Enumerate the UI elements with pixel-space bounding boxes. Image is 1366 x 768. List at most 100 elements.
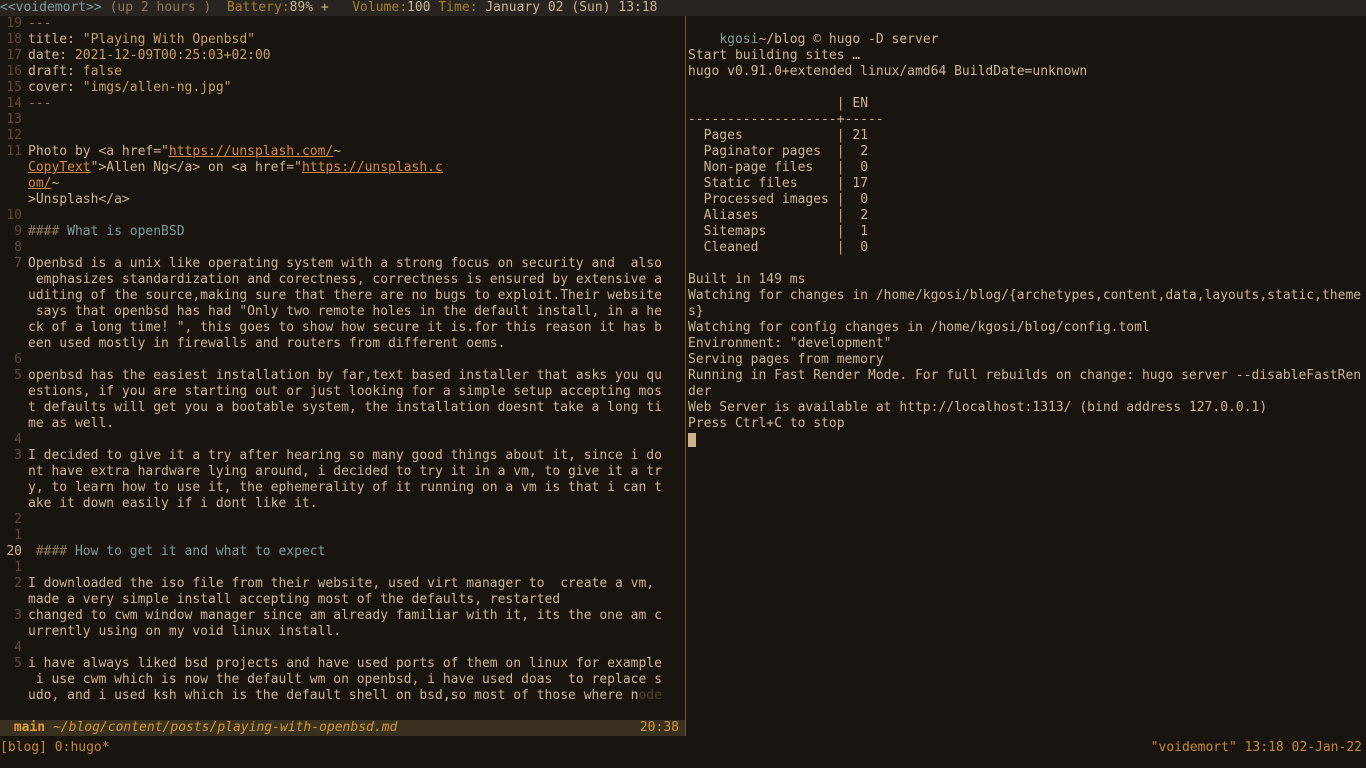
editor-line[interactable]: 1 [0, 528, 685, 544]
line-number: 19 [0, 16, 28, 32]
code-text [28, 544, 36, 559]
editor-line[interactable]: 4 [0, 432, 685, 448]
code-text: openbsd has the easiest installation by … [28, 368, 662, 383]
line-number: 15 [0, 80, 28, 96]
editor-line[interactable]: 6 [0, 352, 685, 368]
tmux-status-bar[interactable]: [blog] 0:hugo* "voidemort" 13:18 02-Jan-… [0, 740, 1366, 756]
editor-line[interactable]: 7Openbsd is a unix like operating system… [0, 256, 685, 272]
editor-line[interactable]: t defaults will get you a bootable syste… [0, 400, 685, 416]
editor-line[interactable]: i use cwm which is now the default wm on… [0, 672, 685, 688]
editor-line[interactable]: om/~ [0, 176, 685, 192]
code-text: false [83, 64, 122, 79]
editor-line[interactable]: 17date: 2021-12-09T00:25:03+02:00 [0, 48, 685, 64]
editor-line[interactable]: ck of a long time! ", this goes to show … [0, 320, 685, 336]
editor-line[interactable]: 14--- [0, 96, 685, 112]
editor-line[interactable]: y, to learn how to use it, the ephemeral… [0, 480, 685, 496]
editor-line[interactable]: een used mostly in firewalls and routers… [0, 336, 685, 352]
code-text: ">Allen Ng</a> on <a href=" [91, 160, 302, 175]
editor-line[interactable]: 4 [0, 640, 685, 656]
line-number: 16 [0, 64, 28, 80]
line-number: 12 [0, 128, 28, 144]
editor-line[interactable]: 2 [0, 512, 685, 528]
command-text: hugo -D server [829, 32, 939, 47]
editor-line[interactable]: udo, and i used ksh which is the default… [0, 688, 685, 704]
code-text: CopyText [28, 160, 91, 175]
prompt-user: kgosi [719, 32, 758, 47]
editor-line[interactable]: 20 #### How to get it and what to expect [0, 544, 685, 560]
editor-line[interactable]: me as well. [0, 416, 685, 432]
code-text: I decided to give it a try after hearing… [28, 448, 662, 463]
code-text: changed to cwm window manager since am a… [28, 608, 662, 623]
editor-buffer[interactable]: 19---18title: "Playing With Openbsd"17da… [0, 16, 685, 704]
line-number: 1 [0, 560, 28, 576]
editor-line[interactable]: >Unsplash</a> [0, 192, 685, 208]
code-text: Openbsd is a unix like operating system … [28, 256, 662, 271]
editor-pane[interactable]: 19---18title: "Playing With Openbsd"17da… [0, 16, 686, 736]
code-text: een used mostly in firewalls and routers… [28, 336, 505, 351]
code-text: #### [36, 544, 75, 559]
code-text: made a very simple install accepting mos… [28, 592, 560, 607]
editor-line[interactable]: 10 [0, 208, 685, 224]
editor-line[interactable]: made a very simple install accepting mos… [0, 592, 685, 608]
line-number: 2 [0, 576, 28, 592]
editor-line[interactable]: 2I downloaded the iso file from their we… [0, 576, 685, 592]
line-number: 5 [0, 656, 28, 672]
code-text: me as well. [28, 416, 114, 431]
editor-line[interactable]: nt have extra hardware lying around, i d… [0, 464, 685, 480]
line-number: 13 [0, 112, 28, 128]
code-text: --- [28, 96, 51, 111]
line-number: 2 [0, 512, 28, 528]
editor-line[interactable]: 3I decided to give it a try after hearin… [0, 448, 685, 464]
line-number: 1 [0, 528, 28, 544]
line-number: 7 [0, 256, 28, 272]
line-number: 14 [0, 96, 28, 112]
tmux-session-window[interactable]: [blog] 0:hugo* [0, 740, 110, 756]
code-text: cover: [28, 80, 83, 95]
battery-label: Battery: [227, 0, 290, 16]
code-text: i use cwm which is now the default wm on… [28, 672, 662, 687]
editor-line[interactable]: 15cover: "imgs/allen-ng.jpg" [0, 80, 685, 96]
editor-line[interactable]: urrently using on my void linux install. [0, 624, 685, 640]
editor-line[interactable]: 13 [0, 112, 685, 128]
editor-line[interactable]: 16draft: false [0, 64, 685, 80]
hostname: <<voidemort>> [0, 0, 102, 16]
code-text: What is openBSD [67, 224, 184, 239]
prompt-cwd: ~/blog [758, 32, 805, 47]
editor-line[interactable]: says that openbsd has had "Only two remo… [0, 304, 685, 320]
terminal-pane[interactable]: kgosi~/blog © hugo -D server Start build… [686, 16, 1366, 736]
editor-line[interactable]: emphasizes standardization and corectnes… [0, 272, 685, 288]
editor-line[interactable]: 8 [0, 240, 685, 256]
code-text: https://unsplash.com/ [169, 144, 333, 159]
editor-line[interactable]: CopyText">Allen Ng</a> on <a href="https… [0, 160, 685, 176]
code-text: estions, if you are starting out or just… [28, 384, 662, 399]
code-text: ode [638, 688, 661, 703]
code-text: >Unsplash</a> [28, 192, 130, 207]
code-text: emphasizes standardization and corectnes… [28, 272, 662, 287]
editor-line[interactable]: 12 [0, 128, 685, 144]
code-text: https://unsplash.c [302, 160, 443, 175]
line-number: 8 [0, 240, 28, 256]
editor-line[interactable]: 18title: "Playing With Openbsd" [0, 32, 685, 48]
editor-line[interactable]: 5openbsd has the easiest installation by… [0, 368, 685, 384]
code-text: ~ [333, 144, 341, 159]
prompt-glyph: © [805, 32, 828, 47]
editor-line[interactable]: estions, if you are starting out or just… [0, 384, 685, 400]
code-text: om/ [28, 176, 51, 191]
editor-line[interactable]: 11Photo by <a href="https://unsplash.com… [0, 144, 685, 160]
line-number: 17 [0, 48, 28, 64]
editor-line[interactable]: 5i have always liked bsd projects and ha… [0, 656, 685, 672]
line-number: 6 [0, 352, 28, 368]
status-cursor-pos: 20:38 [640, 720, 685, 736]
editor-line[interactable]: 19--- [0, 16, 685, 32]
line-number: 4 [0, 640, 28, 656]
code-text: Photo by <a href=" [28, 144, 169, 159]
line-number: 11 [0, 144, 28, 160]
main-split: 19---18title: "Playing With Openbsd"17da… [0, 16, 1366, 736]
editor-line[interactable]: ake it down easily if i dont like it. [0, 496, 685, 512]
code-text: ake it down easily if i dont like it. [28, 496, 318, 511]
code-text: ck of a long time! ", this goes to show … [28, 320, 662, 335]
editor-line[interactable]: 9#### What is openBSD [0, 224, 685, 240]
editor-line[interactable]: 1 [0, 560, 685, 576]
editor-line[interactable]: uditing of the source,making sure that t… [0, 288, 685, 304]
editor-line[interactable]: 3changed to cwm window manager since am … [0, 608, 685, 624]
